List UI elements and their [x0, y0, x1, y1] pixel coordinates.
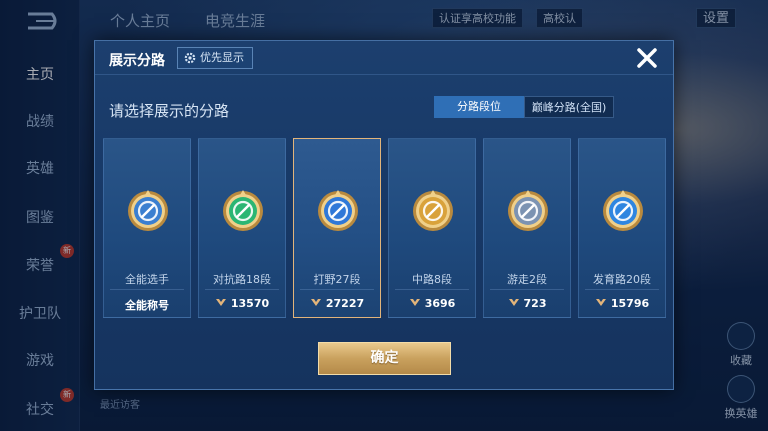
priority-display-label: 优先显示: [200, 51, 244, 64]
dialog-subtitle: 请选择展示的分路: [109, 102, 230, 120]
score-icon: [409, 297, 421, 310]
lane-card[interactable]: 游走2段 723: [483, 138, 571, 318]
dialog-title: 展示分路: [109, 53, 165, 69]
lane-card-score: 723: [484, 297, 570, 310]
score-icon: [595, 297, 607, 310]
lane-card[interactable]: 中路8段 3696: [388, 138, 476, 318]
divider: [110, 289, 184, 290]
tab-lane-rank[interactable]: 分路段位: [434, 96, 524, 118]
farm-lane-badge-icon: [603, 190, 643, 231]
lane-card-score-value: 27227: [325, 297, 365, 310]
score-icon: [508, 297, 520, 310]
lane-card-score: 27227: [294, 297, 380, 310]
lane-card[interactable]: 对抗路18段 13570: [198, 138, 286, 318]
lane-card-score-value: 全能称号: [125, 299, 169, 312]
lane-card-score-value: 3696: [424, 297, 456, 310]
lane-card-role: 游走2段: [507, 273, 547, 286]
lane-card-role: 发育路20段: [593, 273, 651, 286]
score-icon: [310, 297, 322, 310]
confirm-button[interactable]: 确定: [318, 342, 451, 375]
lane-display-dialog: 展示分路 优先显示 请选择展示的分路 分路段位 巅峰分路(全国) 全能选手 全能…: [94, 40, 674, 390]
lane-card-score: 全能称号: [104, 297, 190, 313]
lane-card[interactable]: 发育路20段 15796: [578, 138, 666, 318]
divider: [395, 289, 469, 290]
lane-card-score: 15796: [579, 297, 665, 310]
divider: [300, 289, 374, 290]
lane-card-score-value: 15796: [610, 297, 650, 310]
lane-card-role: 中路8段: [412, 273, 452, 286]
lane-card[interactable]: 打野27段 27227: [293, 138, 381, 318]
lane-card-score-value: 723: [523, 297, 547, 310]
priority-display-button[interactable]: 优先显示: [177, 47, 253, 69]
mid-lane-badge-icon: [413, 190, 453, 231]
lane-card-role: 对抗路18段: [213, 273, 271, 286]
divider: [205, 289, 279, 290]
all-round-badge-icon: [128, 190, 168, 231]
close-icon[interactable]: [633, 44, 661, 72]
dialog-header: 展示分路 优先显示: [95, 41, 673, 75]
lane-card-score-value: 13570: [230, 297, 270, 310]
lane-card-score: 3696: [389, 297, 475, 310]
tab-peak-lane-national[interactable]: 巅峰分路(全国): [524, 96, 614, 118]
lane-card-role: 打野27段: [313, 273, 361, 286]
score-icon: [215, 297, 227, 310]
jungle-badge-icon: [318, 190, 358, 231]
divider: [585, 289, 659, 290]
lane-card[interactable]: 全能选手 全能称号: [103, 138, 191, 318]
top-lane-badge-icon: [223, 190, 263, 231]
lane-card-score: 13570: [199, 297, 285, 310]
support-badge-icon: [508, 190, 548, 231]
divider: [490, 289, 564, 290]
gear-icon: [184, 52, 196, 64]
lane-card-role: 全能选手: [125, 273, 169, 286]
